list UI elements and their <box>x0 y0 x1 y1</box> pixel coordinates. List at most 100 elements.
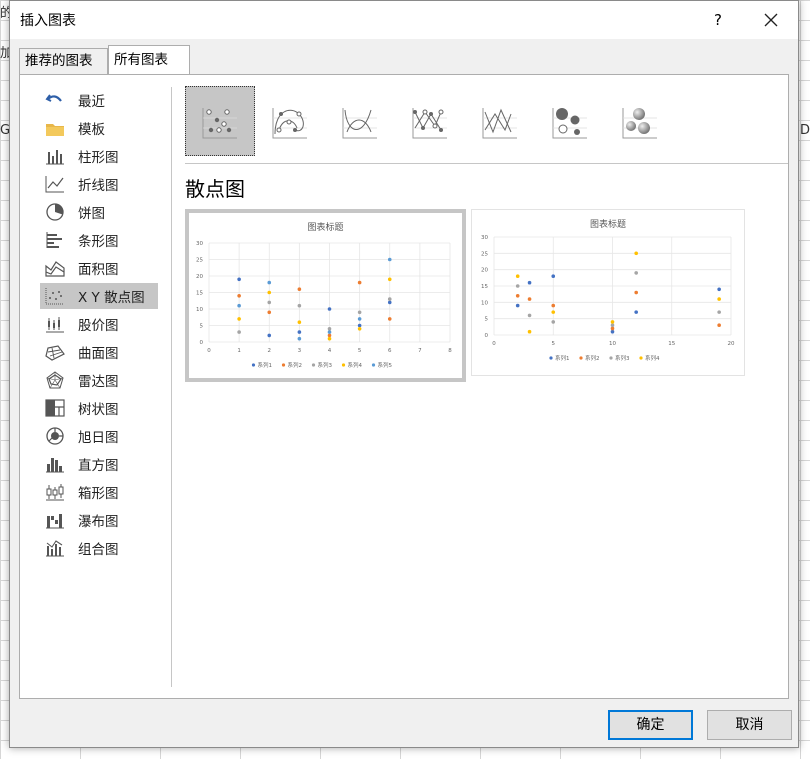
chart-subtype-option[interactable] <box>185 86 255 156</box>
scatter-point <box>237 303 241 308</box>
scatter-point <box>327 336 332 341</box>
histogram-chart-icon <box>44 454 66 474</box>
sidebar-item-label: X Y 散点图 <box>78 290 145 306</box>
scatter-point <box>515 284 520 288</box>
x-tick-label: 5 <box>552 341 556 347</box>
scatter-chart-icon <box>44 286 66 306</box>
ok-button[interactable]: 确定 <box>608 710 693 740</box>
pie-chart-icon <box>44 202 66 222</box>
legend-label: 系列3 <box>615 354 630 362</box>
combo-chart-icon <box>44 538 66 558</box>
legend-label: 系列5 <box>378 361 393 369</box>
chart-subtype-option[interactable] <box>465 86 535 156</box>
sidebar-item-chart-type[interactable]: 条形图 <box>40 227 158 253</box>
chart-preview-2[interactable]: 图表标题 0 5 10 15 20 25 30 0 5 10 15 20 系列1 系列2 系列3 系列4 <box>471 209 745 376</box>
scatter-point <box>610 326 615 331</box>
sidebar-item-label: 最近 <box>78 94 105 110</box>
scatter-point <box>551 303 556 308</box>
chart-subtype-option[interactable] <box>395 86 465 156</box>
scatter-chart-preview: 图表标题 0 5 10 15 20 25 30 0 1 2 3 4 5 6 7 8 系列1 系列2 系列3 系列4 系列5 <box>196 221 452 369</box>
sidebar-item-chart-type[interactable]: 树状图 <box>40 395 158 421</box>
scatter-point <box>717 323 721 327</box>
y-tick-label: 5 <box>200 324 204 330</box>
sidebar-item-label: 条形图 <box>78 234 119 250</box>
area-chart-icon <box>44 258 66 278</box>
scatter-point <box>357 317 362 321</box>
scatter-point <box>237 330 241 334</box>
sidebar-item-chart-type[interactable]: 折线图 <box>40 171 158 197</box>
sidebar-item-chart-type[interactable]: 股价图 <box>40 311 158 337</box>
y-tick-label: 15 <box>196 291 203 297</box>
sidebar-item-chart-type[interactable]: 最近 <box>40 87 158 113</box>
sidebar-item-chart-type[interactable]: 箱形图 <box>40 479 158 505</box>
insert-chart-dialog: 插入图表 ? 推荐的图表 所有图表 最近模板 柱形图 折线图饼图条形图面积图 X Y … <box>9 0 799 748</box>
divider <box>171 87 172 687</box>
help-button[interactable]: ? <box>707 8 729 32</box>
surface-chart-icon <box>44 342 66 362</box>
sunburst-chart-icon <box>44 426 66 446</box>
tab-recommended-charts[interactable]: 推荐的图表 <box>19 48 108 74</box>
sidebar-item-chart-type[interactable]: 面积图 <box>40 255 158 281</box>
sidebar-item-label: 曲面图 <box>78 346 119 362</box>
y-tick-label: 30 <box>196 241 203 247</box>
sidebar-item-chart-type[interactable]: X Y 散点图 <box>40 283 158 309</box>
chart-subtype-heading: 散点图 <box>185 177 245 201</box>
title-bar: 插入图表 ? <box>10 1 798 39</box>
x-tick-label: 0 <box>207 348 211 354</box>
sidebar-item-label: 面积图 <box>78 262 119 278</box>
sidebar-item-label: 饼图 <box>78 206 105 222</box>
sidebar-item-chart-type[interactable]: 柱形图 <box>40 143 158 169</box>
chart-subtype-option[interactable] <box>535 86 605 156</box>
x-tick-label: 0 <box>492 341 496 347</box>
legend-label: 系列2 <box>288 361 303 369</box>
sidebar-item-label: 箱形图 <box>78 486 119 502</box>
scatter-point <box>267 310 272 315</box>
sidebar-item-chart-type[interactable]: 组合图 <box>40 535 158 561</box>
scatter-point <box>634 310 638 314</box>
legend-marker <box>251 363 256 367</box>
scatter-point <box>527 280 532 285</box>
x-tick-label: 7 <box>418 348 422 354</box>
chart-subtype-option[interactable] <box>255 86 325 156</box>
x-tick-label: 3 <box>298 348 302 354</box>
scatter-point <box>327 307 332 311</box>
folder-icon <box>44 118 66 138</box>
sidebar-item-label: 组合图 <box>78 542 119 558</box>
x-tick-label: 15 <box>668 341 675 347</box>
x-tick-label: 5 <box>358 348 362 354</box>
scatter-point <box>237 317 241 321</box>
waterfall-chart-icon <box>44 510 66 530</box>
scatter-point <box>717 287 721 292</box>
scatter-point <box>610 329 615 334</box>
sidebar-item-chart-type[interactable]: 雷达图 <box>40 367 158 393</box>
tab-all-charts[interactable]: 所有图表 <box>108 45 190 74</box>
x-tick-label: 10 <box>609 341 616 347</box>
scatter-point <box>327 327 332 331</box>
close-button[interactable] <box>756 6 786 34</box>
chart-subtype-option[interactable] <box>605 86 675 156</box>
y-tick-label: 30 <box>481 235 488 241</box>
x-tick-label: 2 <box>268 348 272 354</box>
scatter-chart-preview: 图表标题 0 5 10 15 20 25 30 0 5 10 15 20 系列1 系列2 系列3 系列4 <box>481 218 735 362</box>
legend-label: 系列4 <box>348 361 363 369</box>
cancel-button[interactable]: 取消 <box>707 710 792 740</box>
chart-subtype-option[interactable] <box>325 86 395 156</box>
scatter-point <box>717 310 721 314</box>
sidebar-item-chart-type[interactable]: 模板 <box>40 115 158 141</box>
sidebar-item-chart-type[interactable]: 曲面图 <box>40 339 158 365</box>
legend-marker <box>609 356 613 360</box>
x-tick-label: 4 <box>328 348 332 354</box>
sidebar-item-chart-type[interactable]: 旭日图 <box>40 423 158 449</box>
sidebar-item-chart-type[interactable]: 瀑布图 <box>40 507 158 533</box>
chart-preview-1[interactable]: 图表标题 0 5 10 15 20 25 30 0 1 2 3 4 5 6 7 8 系列1 系列2 系列3 系列4 系列5 <box>185 209 466 382</box>
scatter-point <box>387 257 392 262</box>
legend-marker <box>311 363 316 367</box>
chart-title: 图表标题 <box>590 218 626 230</box>
sidebar-item-chart-type[interactable]: 直方图 <box>40 451 158 477</box>
scatter-point <box>387 277 392 282</box>
legend-label: 系列4 <box>645 354 660 362</box>
scatter-point <box>527 297 532 301</box>
scatter-point <box>297 336 302 341</box>
sidebar-item-chart-type[interactable]: 饼图 <box>40 199 158 225</box>
scatter-point <box>267 290 272 295</box>
